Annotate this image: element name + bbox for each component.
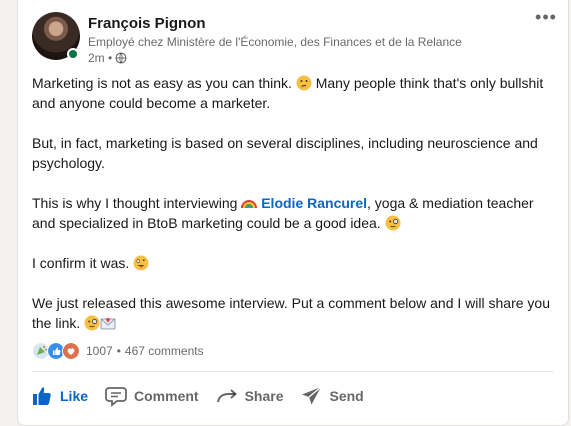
share-label: Share [244, 388, 284, 404]
face-with-monocle-emoji-icon [385, 215, 401, 231]
thumbs-up-icon [33, 387, 51, 405]
send-button[interactable]: Send [292, 378, 372, 414]
post-body: Marketing is not as easy as you can thin… [32, 73, 552, 333]
social-counts: 1007 • 467 comments [32, 341, 204, 361]
post-paragraph-1: Marketing is not as easy as you can thin… [32, 73, 552, 113]
send-paper-plane-icon [301, 386, 321, 405]
actions-divider [32, 371, 554, 372]
send-label: Send [329, 388, 364, 404]
post-meta: 2m • [88, 50, 462, 66]
comment-icon [105, 387, 127, 407]
post-text: This is why I thought interviewing [32, 195, 238, 211]
reaction-count[interactable]: 1007 [86, 344, 113, 358]
share-arrow-icon [216, 389, 237, 403]
like-label: Like [60, 388, 89, 404]
author-headline: Employé chez Ministère de l'Économie, de… [88, 35, 462, 49]
comments-count[interactable]: 467 comments [125, 344, 204, 358]
zany-face-emoji-icon [133, 255, 149, 271]
post-text: I confirm it was. [32, 255, 130, 271]
globe-icon [115, 52, 127, 64]
meta-separator: • [116, 344, 121, 358]
reaction-icons[interactable] [32, 342, 80, 360]
author-name[interactable]: François Pignon [88, 14, 462, 34]
comment-button[interactable]: Comment [96, 378, 207, 414]
post-action-bar: Like Comment Share Send [22, 378, 372, 414]
more-options-icon[interactable]: ••• [534, 8, 558, 28]
post-paragraph-3: This is why I thought interviewing Elodi… [32, 193, 552, 233]
post-paragraph-4: I confirm it was. [32, 253, 552, 273]
love-icon [62, 342, 80, 360]
post-paragraph-5: We just released this awesome interview.… [32, 293, 552, 333]
comment-label: Comment [134, 388, 199, 404]
post-time: 2m • [88, 51, 113, 65]
feed-post-card: François Pignon Employé chez Ministère d… [17, 0, 569, 426]
face-with-monocle-emoji-icon [84, 315, 100, 331]
like-button[interactable]: Like [22, 378, 96, 414]
mention-link[interactable]: Elodie Rancurel [261, 195, 367, 211]
online-status-dot [67, 48, 79, 60]
share-button[interactable]: Share [207, 378, 292, 414]
thinking-face-emoji-icon [296, 75, 312, 91]
envelope-with-heart-emoji-icon [100, 317, 116, 330]
rainbow-emoji-icon [241, 200, 258, 209]
post-paragraph-2: But, in fact, marketing is based on seve… [32, 135, 538, 171]
author-info: François Pignon Employé chez Ministère d… [88, 14, 462, 66]
author-avatar[interactable] [32, 12, 80, 60]
post-text: Marketing is not as easy as you can thin… [32, 75, 292, 91]
post-header: François Pignon Employé chez Ministère d… [32, 8, 558, 68]
